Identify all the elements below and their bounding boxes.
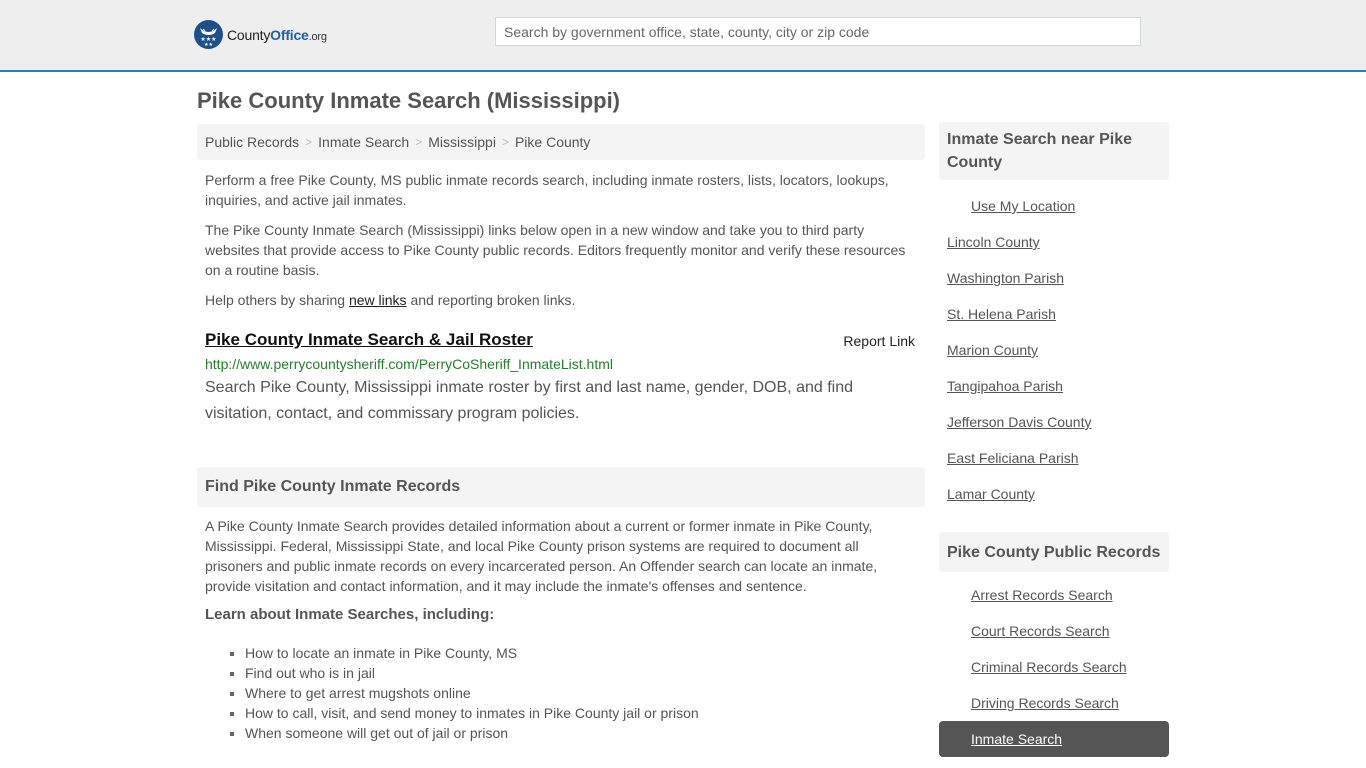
nearby-link[interactable]: Lamar County [947, 486, 1035, 502]
logo-wordmark: CountyOffice.org [227, 26, 327, 43]
share-text-before: Help others by sharing [205, 292, 349, 308]
records-item: Arrest Records Search [939, 577, 1169, 613]
search-input[interactable] [496, 18, 1140, 45]
result-title-link[interactable]: Pike County Inmate Search & Jail Roster [205, 330, 533, 349]
site-search [495, 17, 1141, 46]
court-records-link[interactable]: Court Records Search [971, 623, 1110, 639]
public-records-list: Arrest Records Search Court Records Sear… [939, 577, 1169, 757]
nearby-link[interactable]: East Feliciana Parish [947, 450, 1079, 466]
disclaimer-paragraph: The Pike County Inmate Search (Mississip… [205, 222, 906, 278]
nearby-link[interactable]: Jefferson Davis County [947, 414, 1091, 430]
breadcrumb-mississippi[interactable]: Mississippi [428, 134, 496, 150]
nearby-heading: Inmate Search near Pike County [939, 122, 1169, 180]
public-records-heading: Pike County Public Records [939, 532, 1169, 572]
nearby-item: Tangipahoa Parish [939, 368, 1169, 404]
svg-text:★★: ★★ [204, 42, 213, 48]
nearby-link[interactable]: Marion County [947, 342, 1038, 358]
list-item: Where to get arrest mugshots online [245, 683, 925, 703]
nearby-item: Jefferson Davis County [939, 404, 1169, 440]
sidebar: Inmate Search near Pike County Use My Lo… [939, 122, 1169, 757]
criminal-records-link[interactable]: Criminal Records Search [971, 659, 1127, 675]
records-item: Criminal Records Search [939, 649, 1169, 685]
records-item-active: Inmate Search [939, 721, 1169, 757]
site-header: ★★★ ★★ CountyOffice.org [0, 0, 1366, 72]
site-logo[interactable]: ★★★ ★★ CountyOffice.org [194, 20, 327, 49]
page-title: Pike County Inmate Search (Mississippi) [197, 88, 621, 113]
breadcrumb-pike-county[interactable]: Pike County [515, 134, 590, 150]
list-item: Find out who is in jail [245, 663, 925, 683]
share-text-after: and reporting broken links. [406, 292, 576, 308]
nearby-item: East Feliciana Parish [939, 440, 1169, 476]
result-url: http://www.perrycountysheriff.com/PerryC… [205, 356, 613, 372]
breadcrumb-separator: > [415, 135, 423, 149]
nearby-item: Lamar County [939, 476, 1169, 512]
breadcrumb-separator: > [305, 135, 313, 149]
nearby-link[interactable]: Lincoln County [947, 234, 1040, 250]
use-my-location-link[interactable]: Use My Location [971, 198, 1075, 214]
breadcrumb-separator: > [501, 135, 509, 149]
learn-list: How to locate an inmate in Pike County, … [197, 643, 925, 743]
records-section-heading: Find Pike County Inmate Records [197, 467, 925, 507]
arrest-records-link[interactable]: Arrest Records Search [971, 587, 1113, 603]
nearby-item: Lincoln County [939, 224, 1169, 260]
report-link-button[interactable]: Report Link [843, 333, 915, 349]
use-location-item: Use My Location [939, 188, 1169, 224]
learn-heading: Learn about Inmate Searches, including: [205, 606, 495, 623]
main-content: Public Records > Inmate Search > Mississ… [197, 124, 925, 743]
nearby-list: Use My Location Lincoln County Washingto… [939, 188, 1169, 512]
eagle-stars-icon: ★★★ ★★ [194, 20, 223, 49]
nearby-link[interactable]: Tangipahoa Parish [947, 378, 1063, 394]
share-links-paragraph: Help others by sharing new links and rep… [197, 290, 925, 310]
records-item: Driving Records Search [939, 685, 1169, 721]
records-paragraph: A Pike County Inmate Search provides det… [205, 518, 878, 594]
nearby-link[interactable]: Washington Parish [947, 270, 1064, 286]
breadcrumb-inmate-search[interactable]: Inmate Search [318, 134, 409, 150]
records-item: Court Records Search [939, 613, 1169, 649]
nearby-item: Washington Parish [939, 260, 1169, 296]
nearby-item: Marion County [939, 332, 1169, 368]
driving-records-link[interactable]: Driving Records Search [971, 695, 1119, 711]
inmate-search-link[interactable]: Inmate Search [971, 731, 1062, 747]
result-item: Pike County Inmate Search & Jail Roster … [197, 330, 925, 427]
nearby-link[interactable]: St. Helena Parish [947, 306, 1056, 322]
list-item: When someone will get out of jail or pri… [245, 723, 925, 743]
intro-paragraph: Perform a free Pike County, MS public in… [205, 172, 889, 208]
breadcrumb: Public Records > Inmate Search > Mississ… [197, 124, 925, 160]
list-item: How to locate an inmate in Pike County, … [245, 643, 925, 663]
list-item: How to call, visit, and send money to in… [245, 703, 925, 723]
new-links-link[interactable]: new links [349, 292, 407, 308]
result-description: Search Pike County, Mississippi inmate r… [205, 379, 853, 422]
nearby-item: St. Helena Parish [939, 296, 1169, 332]
breadcrumb-public-records[interactable]: Public Records [205, 134, 299, 150]
